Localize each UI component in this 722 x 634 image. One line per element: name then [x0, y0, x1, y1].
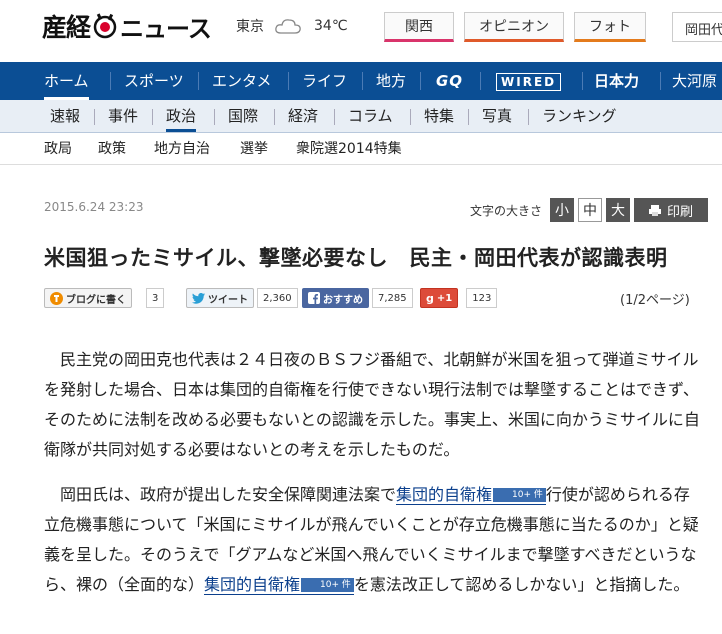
subnav-divider	[94, 109, 95, 125]
subnav-column[interactable]: コラム	[348, 100, 393, 132]
catnav-shuinsen[interactable]: 衆院選2014特集	[296, 133, 402, 165]
print-label: 印刷	[666, 204, 693, 220]
keyword-text: 集団的自衛権	[204, 575, 301, 594]
weather-temp: 34℃	[314, 18, 348, 34]
nav-entame[interactable]: エンタメ	[212, 62, 272, 100]
tab-kansai[interactable]: 関西	[384, 12, 454, 42]
nav-local[interactable]: 地方	[376, 62, 406, 100]
nav-divider	[660, 72, 661, 90]
nav-nihonryoku[interactable]: 日本力	[594, 62, 639, 100]
nav-divider	[582, 72, 583, 90]
blog-share-count: 3	[146, 288, 165, 308]
subnav-divider	[468, 109, 469, 125]
article-paragraph-2: 岡田氏は、政府が提出した安全保障関連法案で集団的自衛権 10+ 件行使が認められる…	[44, 480, 704, 600]
catnav-chihojichi[interactable]: 地方自治	[154, 133, 210, 165]
facebook-recommend-label: おすすめ	[323, 294, 363, 306]
font-large-button[interactable]: 大	[606, 198, 630, 222]
tab-opinion[interactable]: オピニオン	[464, 12, 564, 42]
nav-sports[interactable]: スポーツ	[124, 62, 184, 100]
subnav-keizai[interactable]: 経済	[288, 100, 318, 132]
facebook-icon	[308, 292, 320, 304]
subnav-sokuho[interactable]: 速報	[50, 100, 80, 132]
font-small-button[interactable]: 小	[550, 198, 574, 222]
article-paragraph-1: 民主党の岡田克也代表は２４日夜のＢＳフジ番組で、北朝鮮が米国を狙って弾道ミサイル…	[44, 345, 704, 465]
blog-icon	[50, 291, 63, 305]
site-header: 産経 ニュース 東京 34℃ 関西 オピニオン フォト 岡田代	[0, 0, 722, 62]
article-paragraph-1-text: 民主党の岡田克也代表は２４日夜のＢＳフジ番組で、北朝鮮が米国を狙って弾道ミサイル…	[44, 350, 700, 459]
article-date: 2015.6.24 23:23	[44, 200, 144, 214]
tweet-share: ツイート 2,360	[186, 288, 298, 308]
tweet-label: ツイート	[208, 294, 248, 306]
twitter-bird-icon	[192, 292, 205, 304]
nav-divider	[480, 72, 481, 90]
subnav-seiji[interactable]: 政治	[166, 100, 197, 132]
logo-part2: ニュース	[120, 14, 212, 43]
category-nav: 政局 政策 地方自治 選挙 衆院選2014特集	[0, 133, 722, 165]
page-indicator: (1/2ページ)	[620, 293, 690, 308]
tweet-button[interactable]: ツイート	[186, 288, 254, 308]
subnav-ranking[interactable]: ランキング	[542, 100, 617, 132]
para2-text-a: 岡田氏は、政府が提出した安全保障関連法案で	[60, 485, 397, 504]
tab-photo[interactable]: フォト	[574, 12, 646, 42]
subnav-divider	[214, 109, 215, 125]
keyword-count-badge: 10+ 件	[301, 577, 354, 592]
weather-widget[interactable]: 東京 34℃	[236, 16, 348, 36]
facebook-count: 7,285	[372, 288, 413, 308]
keyword-link-shudanteki-jieiken[interactable]: 集団的自衛権 10+ 件	[396, 485, 546, 505]
nav-divider	[362, 72, 363, 90]
subnav-divider	[528, 109, 529, 125]
facebook-share: おすすめ 7,285	[302, 288, 413, 308]
subnav-kokusai[interactable]: 国際	[228, 100, 258, 132]
subnav-tokushu[interactable]: 特集	[424, 100, 454, 132]
nav-divider	[110, 72, 111, 90]
blog-share-button[interactable]: ブログに書く	[44, 288, 132, 308]
logo-part1: 産経	[42, 13, 91, 42]
catnav-seisaku[interactable]: 政策	[98, 133, 126, 165]
subnav-photo[interactable]: 写真	[482, 100, 512, 132]
site-logo[interactable]: 産経 ニュース	[42, 8, 212, 44]
nav-divider	[288, 72, 289, 90]
nav-home[interactable]: ホーム	[44, 62, 89, 100]
font-size-label: 文字の大きさ	[470, 204, 543, 218]
nav-divider	[198, 72, 199, 90]
subnav-jiken[interactable]: 事件	[108, 100, 138, 132]
nav-ookawara[interactable]: 大河原	[672, 62, 717, 100]
subnav-divider	[274, 109, 275, 125]
keyword-text: 集団的自衛権	[396, 485, 493, 504]
print-button[interactable]: 印刷	[634, 198, 708, 222]
tweet-count: 2,360	[257, 288, 298, 308]
printer-icon	[648, 205, 661, 216]
gplus-share: g +1 123	[420, 288, 498, 308]
nav-life[interactable]: ライフ	[302, 62, 347, 100]
main-nav: ホーム スポーツ エンタメ ライフ 地方 GQ WIRED 日本力 大河原	[0, 62, 722, 100]
facebook-recommend-button[interactable]: おすすめ	[302, 288, 369, 308]
search-input[interactable]: 岡田代	[672, 12, 722, 42]
nav-wired[interactable]: WIRED	[496, 62, 562, 100]
blog-share-label: ブログに書く	[66, 294, 126, 306]
sub-nav: 速報 事件 政治 国際 経済 コラム 特集 写真 ランキング	[0, 100, 722, 133]
catnav-seikyoku[interactable]: 政局	[44, 133, 72, 165]
font-mid-button[interactable]: 中	[578, 198, 602, 222]
gplus-button[interactable]: g +1	[420, 288, 459, 308]
keyword-count-badge: 10+ 件	[493, 487, 546, 502]
subnav-divider	[334, 109, 335, 125]
logo-mark-icon	[93, 13, 117, 39]
subnav-divider	[152, 109, 153, 125]
subnav-divider	[410, 109, 411, 125]
gplus-label: +1	[436, 292, 453, 304]
nav-divider	[420, 72, 421, 90]
blog-share: ブログに書く 3	[44, 288, 165, 308]
gplus-count: 123	[466, 288, 498, 308]
article-paragraph-2-text: 岡田氏は、政府が提出した安全保障関連法案で集団的自衛権 10+ 件行使が認められる…	[44, 480, 704, 600]
wired-logo: WIRED	[496, 73, 562, 91]
weather-city: 東京	[236, 19, 264, 35]
gplus-g-icon: g	[426, 291, 434, 305]
cloud-icon	[275, 19, 301, 34]
article-headline: 米国狙ったミサイル、撃墜必要なし 民主・岡田代表が認識表明	[44, 246, 668, 270]
para2-text-c: を憲法改正して認めるしかない」と指摘した。	[353, 575, 690, 594]
catnav-senkyo[interactable]: 選挙	[240, 133, 268, 165]
nav-gq[interactable]: GQ	[436, 62, 463, 100]
keyword-link-shudanteki-jieiken-2[interactable]: 集団的自衛権 10+ 件	[204, 575, 354, 595]
